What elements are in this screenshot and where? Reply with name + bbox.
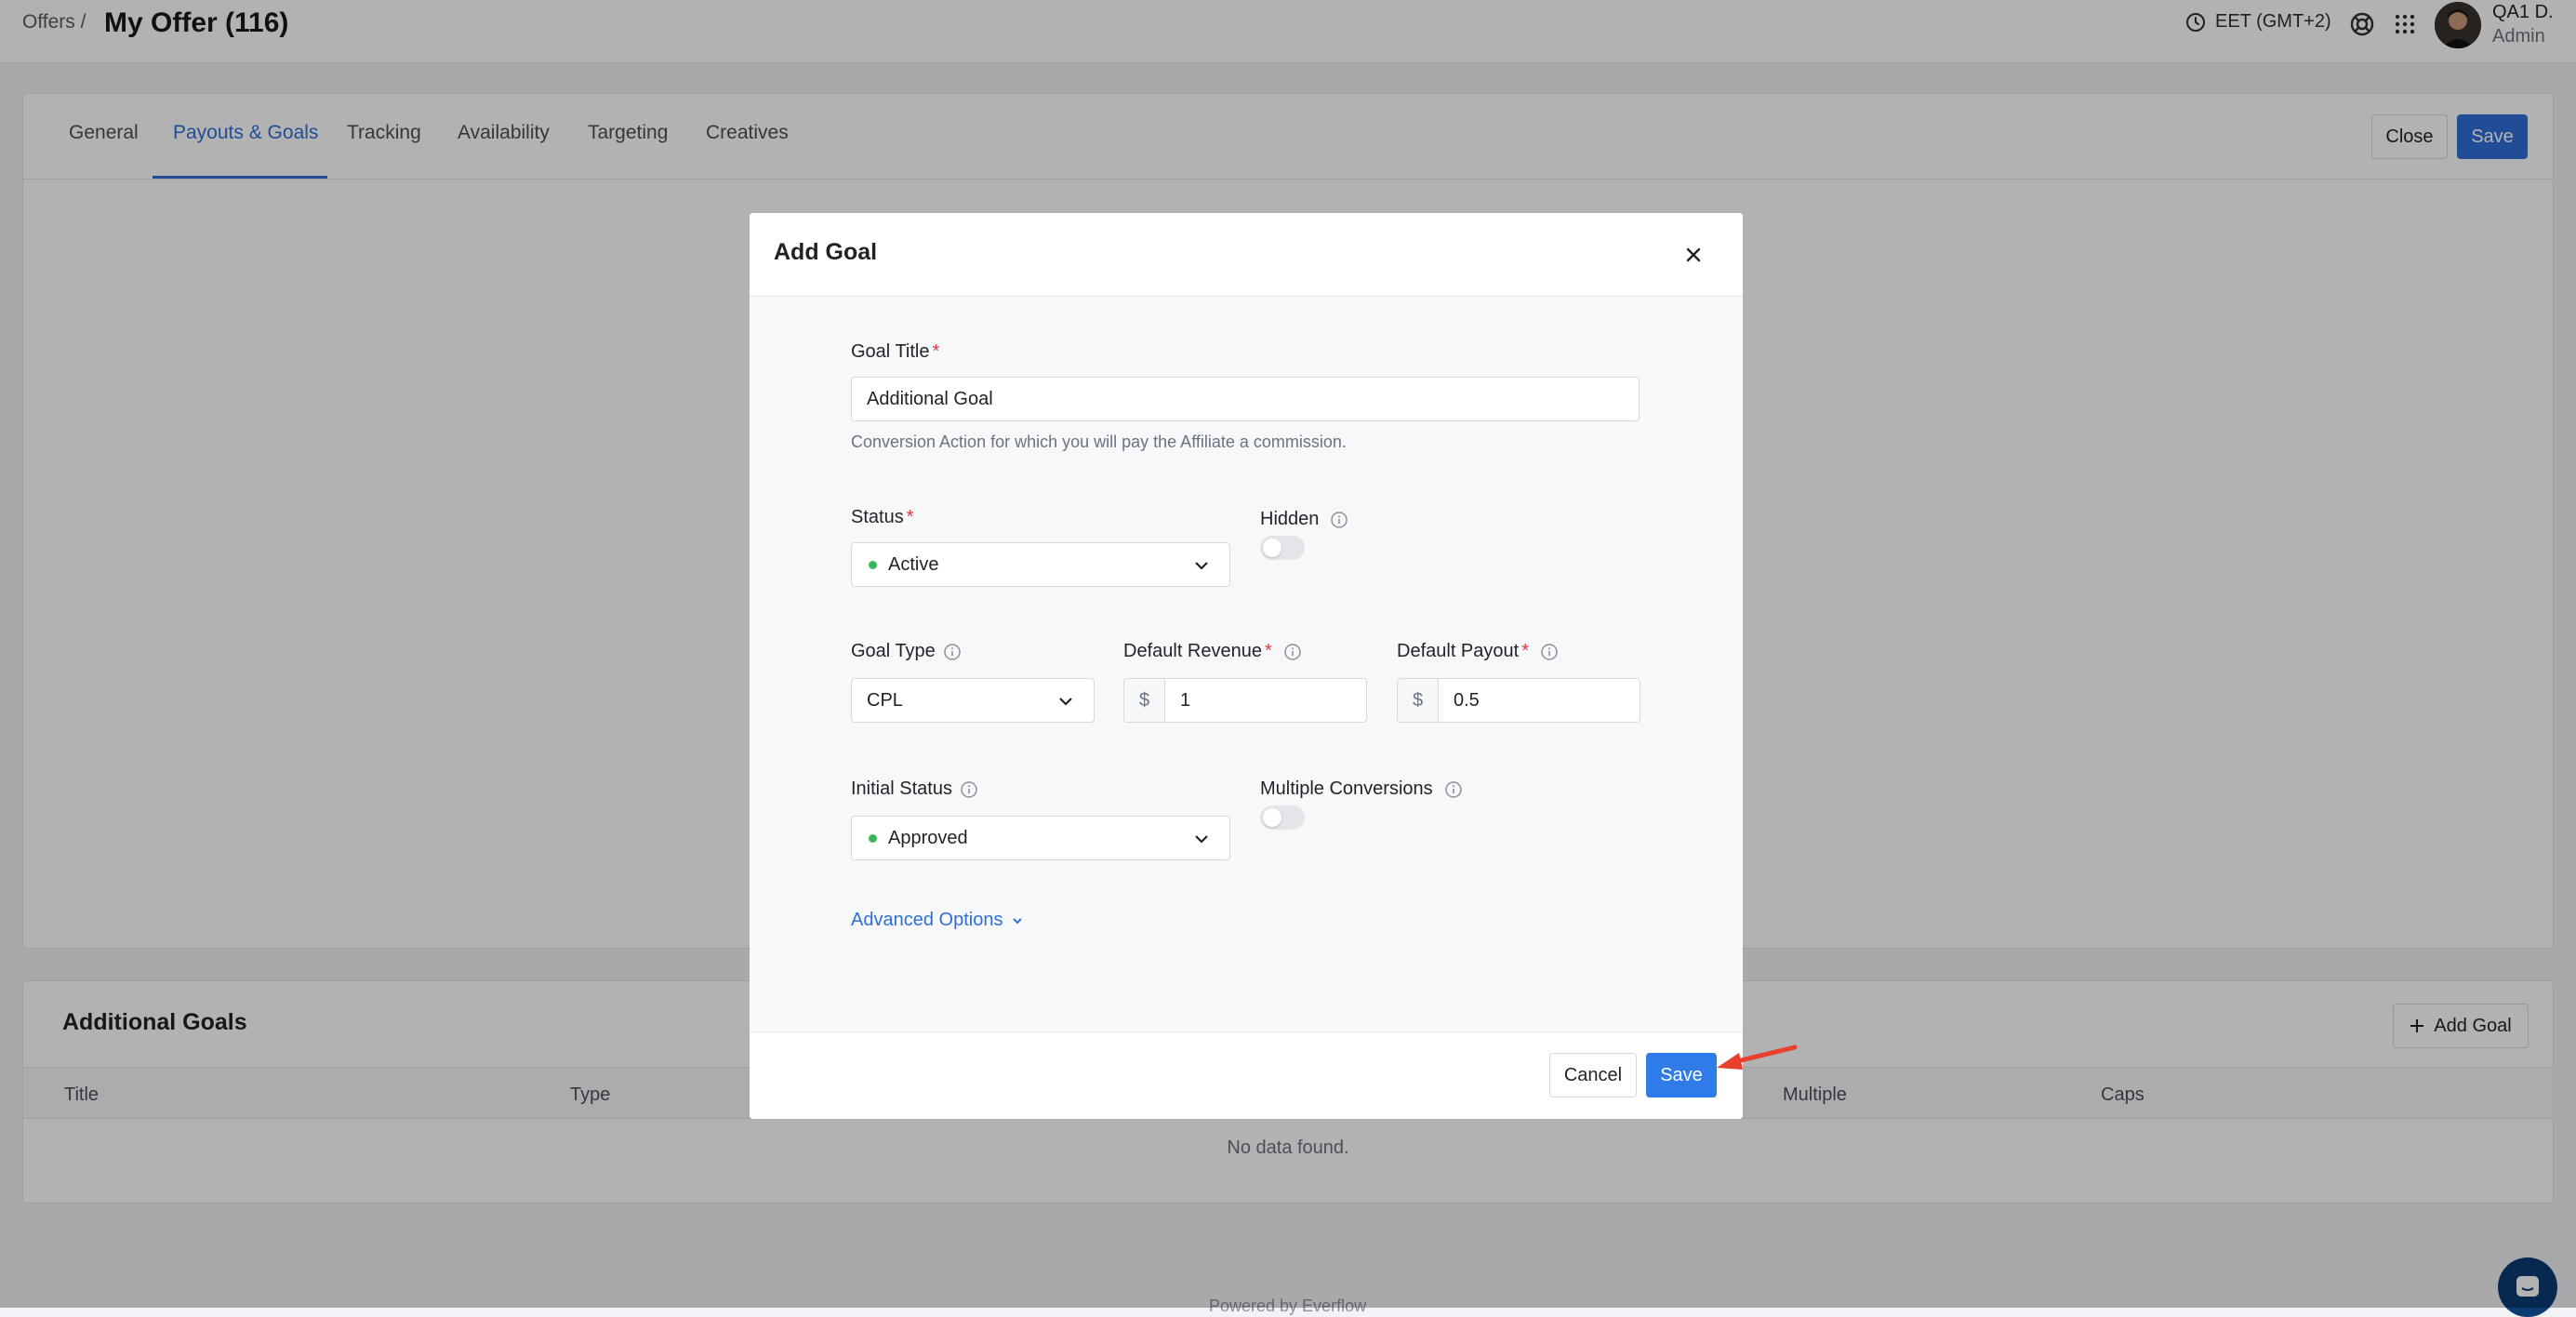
default-payout-input[interactable]: $ 0.5 — [1397, 678, 1640, 723]
status-green-dot — [869, 833, 877, 843]
status-label: Status * — [851, 507, 914, 528]
default-payout-value: 0.5 — [1454, 689, 1480, 711]
goal-title-help: Conversion Action for which you will pay… — [851, 432, 1347, 451]
goal-title-label-text: Goal Title — [851, 341, 930, 362]
save-goal-button[interactable]: Save — [1646, 1053, 1717, 1098]
currency-prefix: $ — [1398, 679, 1439, 722]
goal-title-input[interactable]: Additional Goal — [851, 377, 1640, 421]
advanced-options-toggle[interactable]: Advanced Options — [851, 910, 1025, 931]
info-icon[interactable] — [960, 780, 978, 799]
chevron-down-icon — [1013, 917, 1023, 924]
goal-title-label: Goal Title * — [851, 341, 939, 363]
initial-status-select[interactable]: Approved — [851, 816, 1230, 860]
info-icon[interactable] — [1540, 643, 1559, 661]
status-green-dot — [869, 560, 877, 569]
hidden-toggle[interactable] — [1260, 536, 1305, 560]
status-value: Active — [888, 553, 939, 575]
info-icon[interactable] — [1283, 643, 1302, 661]
status-select[interactable]: Active — [851, 542, 1230, 587]
chevron-down-icon — [1195, 562, 1208, 570]
required-marker: * — [1521, 641, 1529, 661]
default-revenue-value: 1 — [1180, 689, 1191, 711]
initial-status-label: Initial Status — [851, 778, 978, 800]
toggle-knob — [1263, 808, 1281, 827]
multiple-conversions-label-text: Multiple Conversions — [1260, 778, 1433, 799]
goal-type-value: CPL — [867, 689, 903, 711]
default-revenue-input[interactable]: $ 1 — [1123, 678, 1367, 723]
multiple-conversions-toggle[interactable] — [1260, 805, 1305, 830]
cancel-button[interactable]: Cancel — [1549, 1053, 1637, 1098]
initial-status-label-text: Initial Status — [851, 778, 952, 799]
toggle-knob — [1263, 539, 1281, 557]
add-goal-modal: Add Goal Goal Title * Additional Goal Con… — [750, 213, 1743, 1119]
required-marker: * — [1264, 641, 1272, 661]
initial-status-value: Approved — [888, 827, 968, 848]
goal-type-label-text: Goal Type — [851, 641, 936, 661]
goal-type-select[interactable]: CPL — [851, 678, 1095, 723]
status-label-text: Status — [851, 507, 904, 527]
default-payout-label-text: Default Payout — [1397, 641, 1520, 661]
currency-prefix: $ — [1124, 679, 1165, 722]
info-icon[interactable] — [943, 643, 962, 661]
multiple-conversions-label: Multiple Conversions — [1260, 778, 1463, 800]
required-marker: * — [906, 507, 914, 527]
advanced-options-label: Advanced Options — [851, 910, 1003, 930]
default-payout-label: Default Payout * — [1397, 641, 1559, 662]
info-icon[interactable] — [1444, 780, 1463, 799]
modal-header: Add Goal — [750, 213, 1743, 297]
default-revenue-label: Default Revenue * — [1123, 641, 1302, 662]
required-marker: * — [932, 341, 940, 362]
modal-footer: Cancel Save — [750, 1031, 1743, 1119]
close-icon[interactable] — [1680, 241, 1707, 269]
hidden-label: Hidden — [1260, 509, 1348, 530]
annotation-arrow-icon — [1717, 1044, 1798, 1070]
goal-title-value: Additional Goal — [867, 388, 993, 409]
default-revenue-label-text: Default Revenue — [1123, 641, 1262, 661]
hidden-label-text: Hidden — [1260, 509, 1320, 529]
info-icon[interactable] — [1330, 511, 1348, 529]
chevron-down-icon — [1195, 835, 1208, 844]
modal-title: Add Goal — [774, 239, 878, 265]
chevron-down-icon — [1059, 698, 1072, 706]
goal-type-label: Goal Type — [851, 641, 962, 662]
